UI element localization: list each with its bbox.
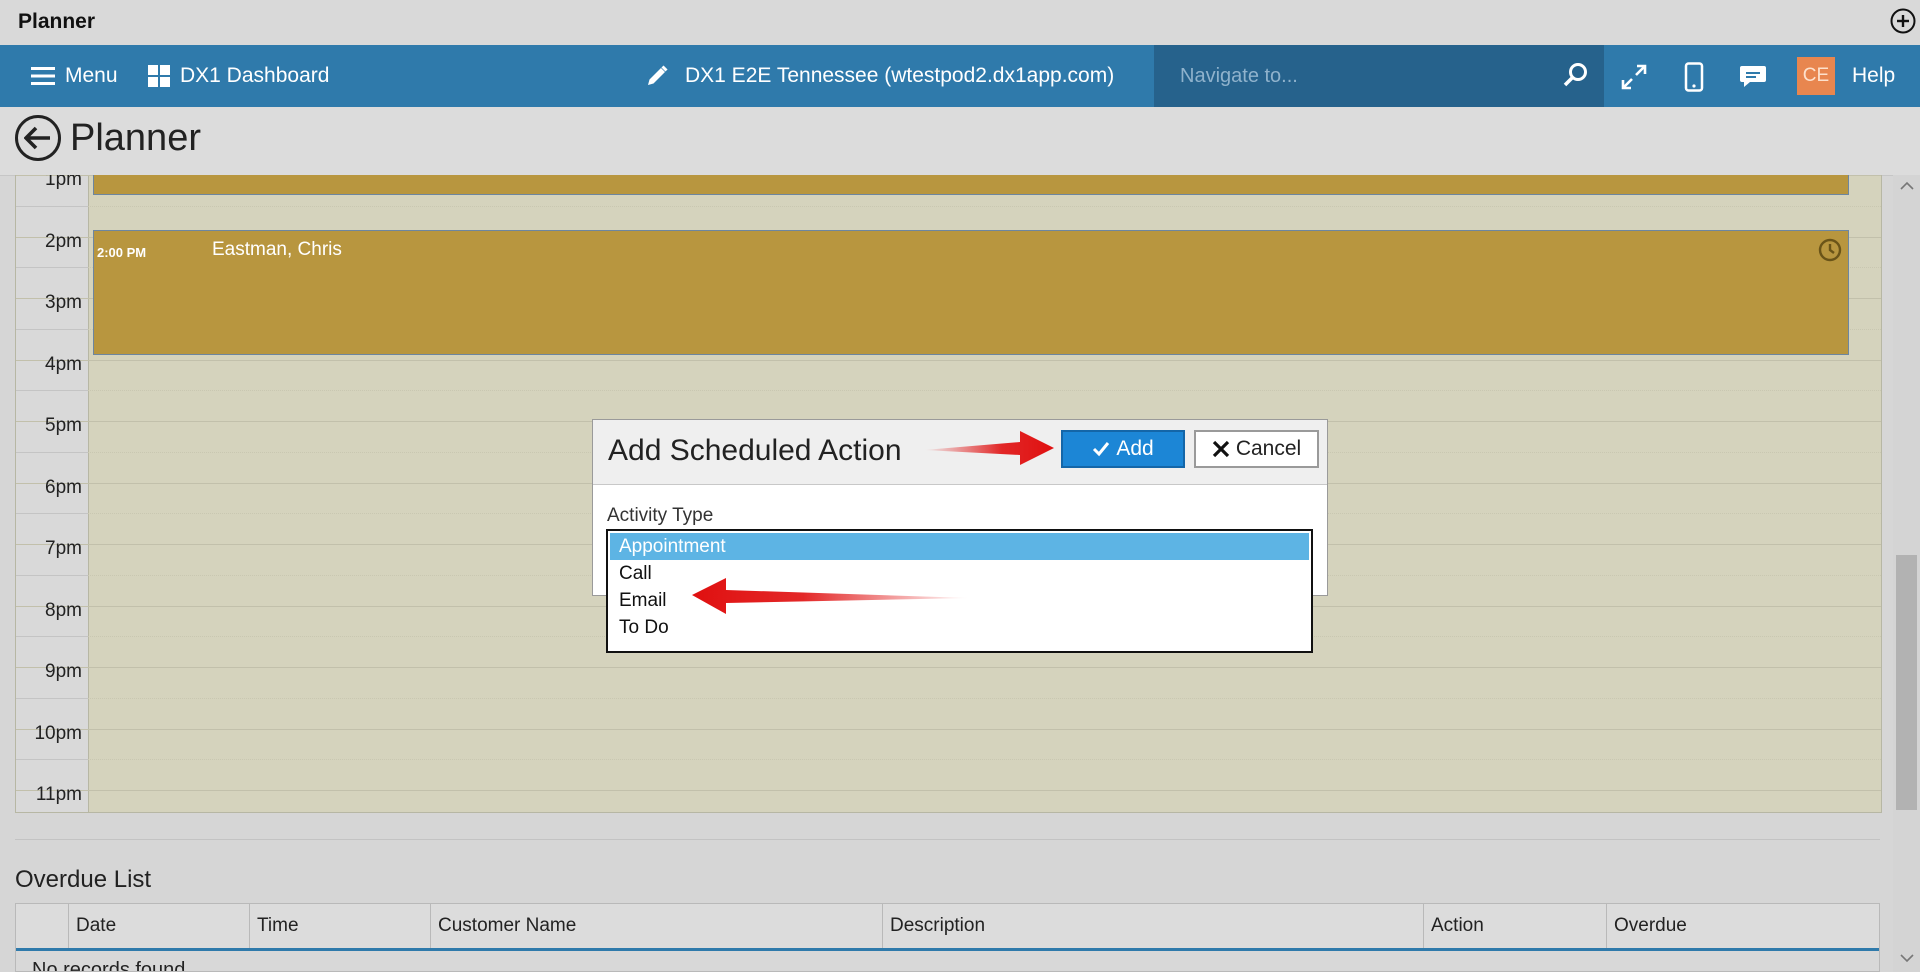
cancel-button[interactable]: Cancel xyxy=(1194,430,1319,468)
cancel-label: Cancel xyxy=(1235,437,1302,460)
navigate-input[interactable] xyxy=(1178,58,1562,94)
half-hour-gridline xyxy=(88,390,1881,391)
column-header[interactable]: Time xyxy=(249,904,430,948)
mobile-icon[interactable] xyxy=(1683,62,1705,92)
fullscreen-icon[interactable] xyxy=(1620,63,1648,91)
dialog-title: Add Scheduled Action xyxy=(608,434,902,467)
add-circle-icon[interactable] xyxy=(1890,8,1916,34)
site-label: DX1 E2E Tennessee (wtestpod2.dx1app.com) xyxy=(685,64,1115,87)
hour-gridline xyxy=(16,360,1881,361)
half-hour-tick xyxy=(16,329,88,330)
column-header[interactable]: Date xyxy=(68,904,249,948)
app-title: Planner xyxy=(18,10,96,33)
hour-label: 1pm xyxy=(45,175,82,190)
site-selector[interactable]: DX1 E2E Tennessee (wtestpod2.dx1app.com) xyxy=(645,45,1114,107)
title-bar: Planner xyxy=(0,0,1920,45)
hour-label: 11pm xyxy=(35,784,82,805)
help-link[interactable]: Help xyxy=(1852,45,1895,107)
activity-option-todo[interactable]: To Do xyxy=(610,614,1309,641)
half-hour-tick xyxy=(16,452,88,453)
page-scrollbar[interactable] xyxy=(1893,175,1920,972)
half-hour-gridline xyxy=(88,206,1881,207)
hour-gridline xyxy=(16,790,1881,791)
annotation-arrow-icon xyxy=(692,578,970,614)
dashboard-label: DX1 Dashboard xyxy=(180,64,330,87)
section-divider xyxy=(15,839,1880,840)
chat-icon[interactable] xyxy=(1738,63,1768,91)
column-header[interactable]: Description xyxy=(882,904,1423,948)
column-header[interactable] xyxy=(16,904,68,948)
annotation-arrow-icon xyxy=(924,431,1054,465)
hour-label: 5pm xyxy=(45,415,82,436)
column-header[interactable]: Customer Name xyxy=(430,904,882,948)
half-hour-tick xyxy=(16,698,88,699)
chevron-up-icon[interactable] xyxy=(1900,181,1914,191)
add-button[interactable]: Add xyxy=(1061,430,1185,468)
check-icon xyxy=(1093,442,1110,457)
hamburger-icon xyxy=(31,67,55,85)
hour-gridline xyxy=(16,667,1881,668)
dashboard-link[interactable]: DX1 Dashboard xyxy=(148,45,329,107)
search-icon[interactable] xyxy=(1562,61,1590,89)
add-label: Add xyxy=(1116,437,1154,460)
hour-label: 4pm xyxy=(45,354,82,375)
hour-label: 8pm xyxy=(45,600,82,621)
calendar-event[interactable] xyxy=(93,175,1849,195)
half-hour-tick xyxy=(16,575,88,576)
hour-label: 10pm xyxy=(34,723,82,744)
half-hour-tick xyxy=(16,513,88,514)
hour-label: 6pm xyxy=(45,477,82,498)
half-hour-tick xyxy=(16,390,88,391)
table-header: Date Time Customer Name Description Acti… xyxy=(16,904,1879,951)
user-avatar[interactable]: CE xyxy=(1797,57,1835,95)
hour-label: 3pm xyxy=(45,292,82,313)
grid-icon xyxy=(148,65,170,87)
clock-icon xyxy=(1818,238,1842,262)
close-icon xyxy=(1212,440,1229,458)
event-time: 2:00 PM xyxy=(97,245,147,260)
overdue-title: Overdue List xyxy=(15,866,152,893)
menu-label: Menu xyxy=(65,64,118,87)
top-nav-bar: Menu DX1 Dashboard DX1 E2E Tennessee (wt… xyxy=(0,45,1920,107)
half-hour-gridline xyxy=(88,698,1881,699)
page-header: Planner xyxy=(0,107,1920,176)
event-name: Eastman, Chris xyxy=(212,239,342,260)
half-hour-tick xyxy=(16,636,88,637)
menu-button[interactable]: Menu xyxy=(31,45,118,107)
calendar-event[interactable]: 2:00 PM Eastman, Chris xyxy=(93,230,1849,355)
page-title: Planner xyxy=(70,117,201,159)
hour-gridline xyxy=(16,729,1881,730)
overdue-table: Date Time Customer Name Description Acti… xyxy=(15,903,1880,972)
scrollbar-thumb[interactable] xyxy=(1896,555,1917,810)
navigate-search xyxy=(1154,45,1604,107)
activity-type-label: Activity Type xyxy=(607,505,714,526)
half-hour-gridline xyxy=(88,759,1881,760)
half-hour-tick xyxy=(16,206,88,207)
half-hour-tick xyxy=(16,759,88,760)
column-header[interactable]: Action xyxy=(1423,904,1606,948)
column-header[interactable]: Overdue xyxy=(1606,904,1879,948)
back-button[interactable] xyxy=(15,115,61,161)
activity-option-appointment[interactable]: Appointment xyxy=(610,533,1309,560)
chevron-down-icon[interactable] xyxy=(1900,953,1914,963)
hour-label: 7pm xyxy=(45,538,82,559)
empty-message: No records found xyxy=(32,959,186,972)
hour-label: 2pm xyxy=(45,231,82,252)
arrow-left-icon xyxy=(24,126,50,150)
hour-label: 9pm xyxy=(45,661,82,682)
half-hour-tick xyxy=(16,267,88,268)
pencil-icon xyxy=(648,65,668,85)
